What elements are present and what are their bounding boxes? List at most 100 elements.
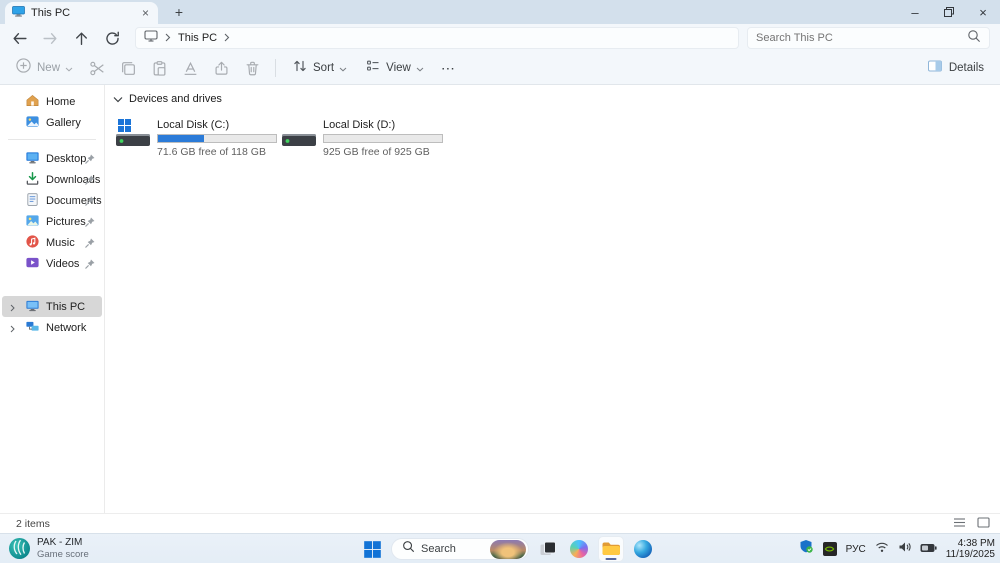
copy-button[interactable] — [113, 55, 144, 81]
forward-button[interactable] — [35, 25, 66, 51]
tab-title: This PC — [31, 7, 71, 19]
view-list-icon — [365, 58, 381, 79]
drive-usage-bar — [157, 134, 277, 143]
drive-c-tile[interactable]: Local Disk (C:) 71.6 GB free of 118 GB — [113, 116, 277, 160]
close-button[interactable]: × — [966, 0, 1000, 24]
search-icon — [402, 540, 415, 558]
taskbar: PAK - ZIM Game score Search РУС 4:38 PM … — [0, 533, 1000, 563]
view-button[interactable]: View — [356, 55, 433, 81]
security-shield-icon[interactable] — [799, 539, 814, 559]
search-box[interactable] — [747, 27, 990, 49]
this-pc-icon — [12, 4, 25, 22]
system-tray: РУС 4:38 PM 11/19/2025 — [799, 534, 995, 563]
widget-title: PAK - ZIM — [37, 537, 83, 548]
sort-button[interactable]: Sort — [283, 55, 356, 81]
navigation-pane: Home Gallery Desktop Downloads Documents — [0, 85, 105, 513]
new-tab-button[interactable]: + — [168, 0, 190, 24]
collapse-chevron-icon[interactable] — [113, 90, 123, 108]
documents-icon — [25, 192, 40, 210]
language-indicator[interactable]: РУС — [846, 544, 866, 555]
wifi-icon[interactable] — [875, 540, 889, 558]
clock-time: 4:38 PM — [957, 537, 995, 549]
sidebar-item-videos[interactable]: Videos — [2, 253, 102, 274]
this-pc-icon — [25, 298, 40, 316]
pin-icon — [84, 153, 96, 168]
search-icon[interactable] — [967, 29, 981, 48]
explorer-body: Home Gallery Desktop Downloads Documents — [0, 85, 1000, 513]
drive-name: Local Disk (D:) — [323, 119, 396, 131]
paste-button[interactable] — [144, 55, 175, 81]
sidebar-item-network[interactable]: Network — [2, 317, 102, 338]
cut-button[interactable] — [82, 55, 113, 81]
plus-circle-icon — [15, 57, 32, 79]
search-highlight-image[interactable] — [490, 539, 526, 559]
back-button[interactable] — [4, 25, 35, 51]
edge-button[interactable] — [631, 537, 655, 561]
speaker-icon[interactable] — [898, 540, 911, 558]
sidebar-item-documents[interactable]: Documents — [2, 190, 102, 211]
start-button[interactable] — [360, 537, 384, 561]
sidebar-item-gallery[interactable]: Gallery — [2, 112, 102, 133]
toolbar-divider — [275, 59, 277, 77]
sidebar-item-label: Videos — [46, 257, 80, 270]
chevron-right-icon[interactable] — [224, 29, 230, 47]
navigation-bar: This PC — [0, 24, 1000, 52]
list-view-icon[interactable] — [953, 515, 966, 533]
share-button[interactable] — [206, 55, 237, 81]
battery-icon[interactable] — [920, 540, 937, 558]
file-explorer-button[interactable] — [598, 536, 624, 562]
item-count: 2 items — [16, 517, 50, 530]
edge-icon — [634, 540, 652, 558]
taskbar-search-label: Search — [421, 543, 456, 555]
taskbar-search[interactable]: Search — [391, 538, 529, 560]
expand-chevron-icon[interactable] — [10, 324, 15, 336]
copilot-button[interactable] — [567, 537, 591, 561]
downloads-icon — [25, 171, 40, 189]
search-input[interactable] — [756, 32, 963, 44]
new-button[interactable]: New — [6, 55, 82, 81]
tab-close-icon[interactable]: × — [140, 7, 151, 19]
details-pane-button[interactable]: Details — [919, 55, 992, 81]
details-button-label: Details — [948, 62, 984, 74]
sidebar-item-label: Network — [46, 321, 87, 334]
widgets-button[interactable]: PAK - ZIM Game score — [9, 537, 89, 560]
sidebar-item-home[interactable]: Home — [2, 91, 102, 112]
chevron-right-icon[interactable] — [165, 29, 171, 47]
minimize-button[interactable]: – — [898, 0, 932, 24]
delete-button[interactable] — [237, 55, 268, 81]
sidebar-item-downloads[interactable]: Downloads — [2, 169, 102, 190]
pin-icon — [84, 195, 96, 210]
drive-free-space: 71.6 GB free of 118 GB — [157, 146, 266, 158]
explorer-tab[interactable]: This PC × — [5, 2, 158, 24]
sidebar-item-pictures[interactable]: Pictures — [2, 211, 102, 232]
breadcrumb-this-pc[interactable]: This PC — [178, 32, 217, 44]
sidebar-item-this-pc[interactable]: This PC — [2, 296, 102, 317]
up-button[interactable] — [66, 25, 97, 51]
rename-button[interactable] — [175, 55, 206, 81]
refresh-button[interactable] — [97, 25, 128, 51]
window-controls: – × — [898, 0, 1000, 24]
expand-chevron-icon[interactable] — [10, 303, 15, 315]
drive-name: Local Disk (C:) — [157, 119, 230, 131]
drive-d-tile[interactable]: Local Disk (D:) 925 GB free of 925 GB — [279, 116, 443, 160]
titlebar: This PC × + – × — [0, 0, 1000, 24]
task-view-button[interactable] — [536, 537, 560, 561]
hard-drive-windows-icon — [115, 118, 151, 148]
details-pane-icon — [927, 58, 943, 79]
cricket-widget-icon — [9, 538, 30, 559]
home-icon — [25, 93, 40, 111]
clock[interactable]: 4:38 PM 11/19/2025 — [946, 538, 995, 561]
large-thumbnails-view-icon[interactable] — [977, 515, 990, 533]
pin-icon — [84, 258, 96, 273]
pin-icon — [84, 174, 96, 189]
more-options-button[interactable]: ⋯ — [433, 55, 463, 81]
nvidia-settings-icon[interactable] — [822, 542, 837, 556]
restore-button[interactable] — [932, 0, 966, 24]
group-header-devices-and-drives[interactable]: Devices and drives — [113, 91, 1000, 107]
address-bar[interactable]: This PC — [135, 27, 739, 49]
sidebar-divider — [8, 139, 96, 140]
sidebar-item-desktop[interactable]: Desktop — [2, 148, 102, 169]
view-button-label: View — [386, 62, 411, 74]
sidebar-item-music[interactable]: Music — [2, 232, 102, 253]
